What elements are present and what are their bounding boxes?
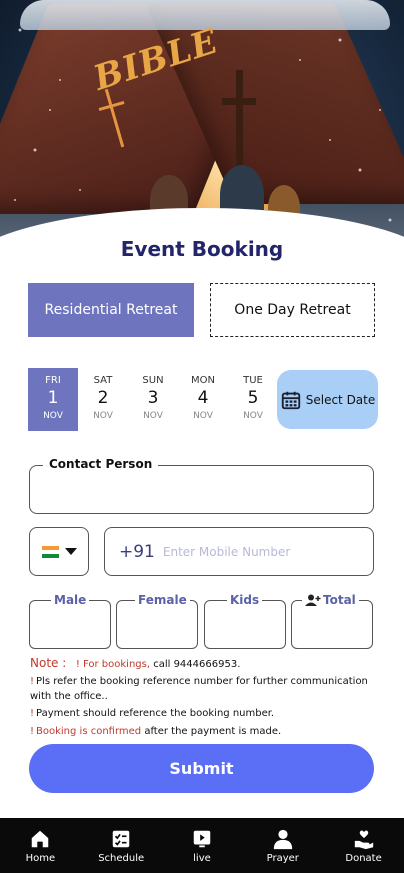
contact-person-label: Contact Person xyxy=(43,457,159,471)
booking-notes: Note : ! For bookings, call 9444666953. … xyxy=(30,656,380,739)
note-heading: Note : xyxy=(30,656,67,670)
india-flag-icon xyxy=(41,545,59,558)
nav-donate-label: Donate xyxy=(345,852,382,864)
date-option-sat-2[interactable]: SAT 2 NOV xyxy=(78,368,128,431)
nav-schedule-label: Schedule xyxy=(98,852,145,864)
date-month: NOV xyxy=(143,411,163,421)
date-month: NOV xyxy=(93,411,113,421)
chevron-down-icon xyxy=(64,548,77,555)
note-line-1: Note : ! For bookings, call 9444666953. xyxy=(30,656,380,672)
country-code: +91 xyxy=(119,541,155,562)
note-3-text: Payment should reference the booking num… xyxy=(36,708,275,719)
date-option-tue-5[interactable]: TUE 5 NOV xyxy=(228,368,278,431)
total-count-field[interactable] xyxy=(291,600,373,649)
bottom-nav: Home Schedule live Prayer Donate xyxy=(0,818,404,873)
date-option-sun-3[interactable]: SUN 3 NOV xyxy=(128,368,178,431)
home-icon xyxy=(32,830,49,847)
kids-count-field[interactable] xyxy=(204,600,286,649)
date-weekday: SUN xyxy=(142,375,164,386)
date-day: 5 xyxy=(247,388,259,408)
note-line-3: ! Payment should reference the booking nu… xyxy=(30,708,275,719)
contact-person-field[interactable] xyxy=(29,465,374,514)
note-1-highlight: ! For bookings, xyxy=(75,659,151,670)
date-weekday: TUE xyxy=(243,375,263,386)
kids-count-label: Kids xyxy=(227,593,263,607)
add-user-icon xyxy=(305,594,321,606)
note-4-highlight: Booking is confirmed xyxy=(36,726,142,737)
total-count-label: Total xyxy=(302,593,359,607)
note-1-text: call 9444666953. xyxy=(150,659,241,670)
date-option-mon-4[interactable]: MON 4 NOV xyxy=(178,368,228,431)
nav-live[interactable]: live xyxy=(167,828,237,864)
select-date-button[interactable]: Select Date xyxy=(277,370,378,429)
select-date-label: Select Date xyxy=(305,392,376,407)
female-count-label: Female xyxy=(135,593,190,607)
prayer-icon xyxy=(273,829,292,849)
schedule-icon xyxy=(112,830,130,847)
note-4-text: after the payment is made. xyxy=(141,726,282,737)
date-day: 2 xyxy=(97,388,109,408)
live-icon xyxy=(193,830,211,847)
note-2-text: Pls refer the booking reference number f… xyxy=(30,676,368,702)
date-weekday: SAT xyxy=(93,375,113,386)
nav-schedule[interactable]: Schedule xyxy=(86,828,156,864)
nav-prayer[interactable]: Prayer xyxy=(248,828,318,864)
residential-retreat-button[interactable]: Residential Retreat xyxy=(28,283,194,337)
male-count-label: Male xyxy=(51,593,90,607)
nav-live-label: live xyxy=(193,852,211,864)
submit-button[interactable]: Submit xyxy=(29,744,374,793)
country-picker[interactable] xyxy=(29,527,89,576)
mobile-number-input[interactable] xyxy=(162,544,353,559)
note-line-4: ! Booking is confirmed after the payment … xyxy=(30,726,282,737)
mobile-number-field[interactable]: +91 xyxy=(104,527,374,576)
one-day-retreat-button[interactable]: One Day Retreat xyxy=(210,283,375,337)
date-weekday: FRI xyxy=(45,375,61,386)
note-line-2: ! Pls refer the booking reference number … xyxy=(30,676,368,702)
date-weekday: MON xyxy=(191,375,215,386)
date-month: NOV xyxy=(193,411,213,421)
nav-donate[interactable]: Donate xyxy=(329,828,399,864)
date-day: 3 xyxy=(147,388,159,408)
date-day: 4 xyxy=(197,388,209,408)
date-option-fri-1[interactable]: FRI 1 NOV xyxy=(28,368,78,431)
female-count-field[interactable] xyxy=(116,600,198,649)
nav-prayer-label: Prayer xyxy=(266,852,299,864)
nav-home-label: Home xyxy=(25,852,56,864)
calendar-icon xyxy=(281,391,300,409)
page-title: Event Booking xyxy=(120,237,284,261)
nav-home[interactable]: Home xyxy=(5,828,75,864)
donate-icon xyxy=(354,830,373,849)
date-month: NOV xyxy=(243,411,263,421)
total-label-text: Total xyxy=(323,593,356,607)
date-strip: FRI 1 NOV SAT 2 NOV SUN 3 NOV MON 4 NOV … xyxy=(28,368,278,431)
date-month: NOV xyxy=(43,411,63,421)
date-day: 1 xyxy=(47,388,59,408)
male-count-field[interactable] xyxy=(29,600,111,649)
